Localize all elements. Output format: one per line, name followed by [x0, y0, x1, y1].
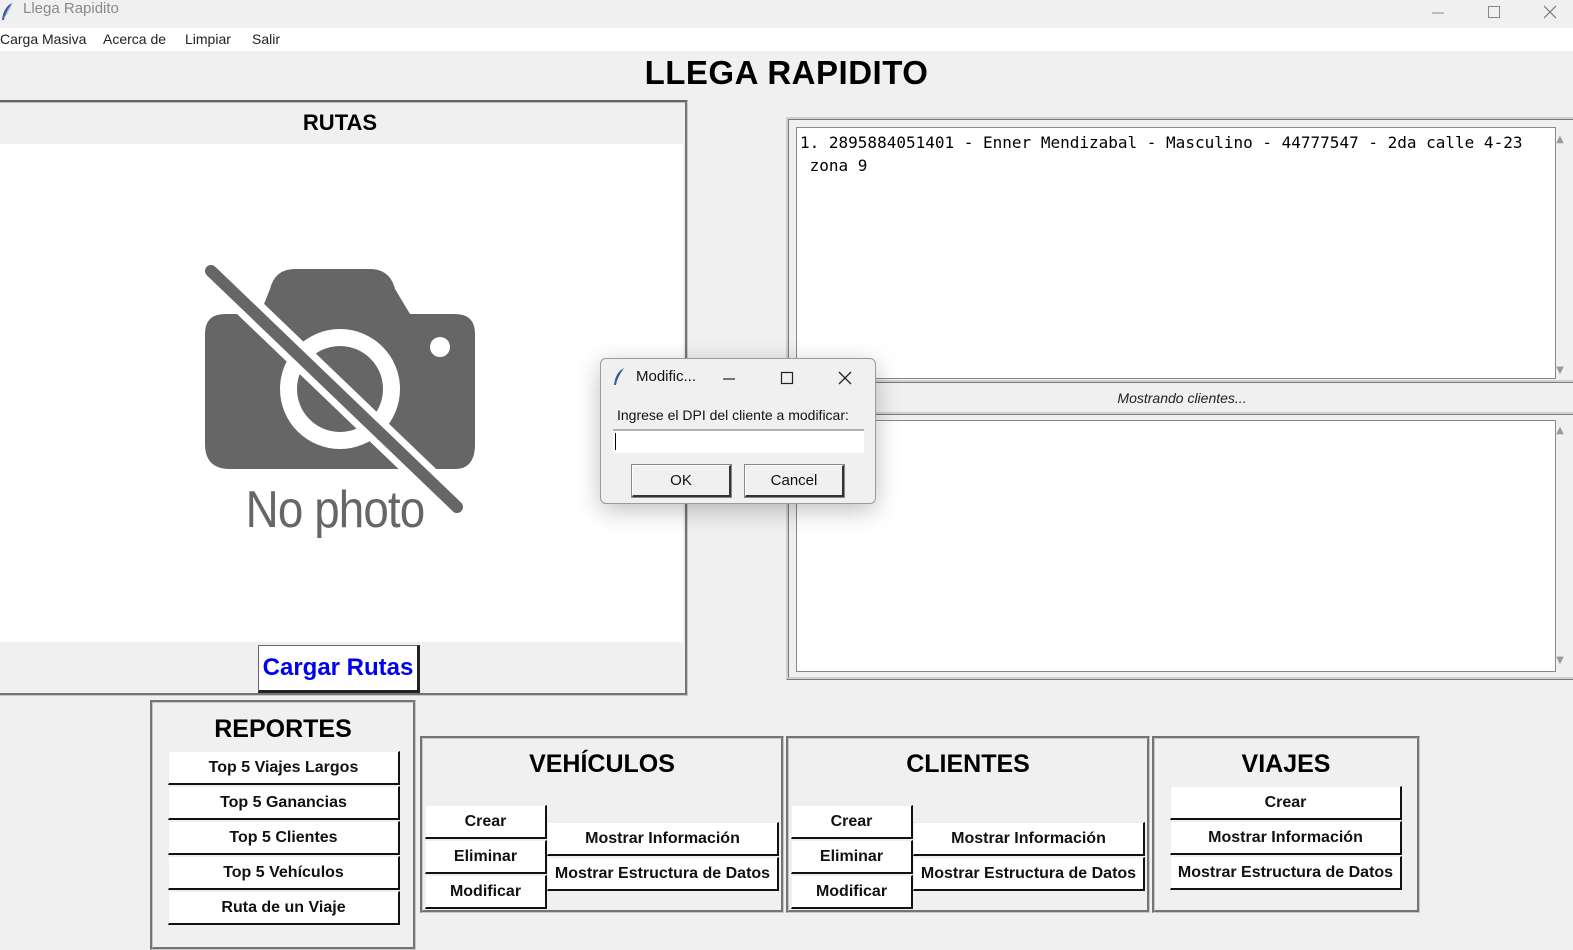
clientes-eliminar-button[interactable]: Eliminar [791, 840, 913, 874]
menu-carga-masiva[interactable]: Carga Masiva [0, 31, 86, 47]
top5-viajes-largos-button[interactable]: Top 5 Viajes Largos [168, 751, 400, 785]
ok-button[interactable]: OK [631, 464, 732, 498]
clients-display-text: 1. 2895884051401 - Enner Mendizabal - Ma… [800, 133, 1523, 175]
scroll-up-icon[interactable]: ▲ [1554, 135, 1566, 145]
close-icon [1543, 5, 1557, 19]
vehiculos-title: VEHÍCULOS [529, 750, 675, 778]
viajes-title: VIAJES [1241, 750, 1331, 778]
scroll-down-icon[interactable]: ▼ [1554, 656, 1566, 666]
minimize-icon [1432, 12, 1444, 14]
maximize-icon [1488, 6, 1500, 18]
menu-acerca-de[interactable]: Acerca de [103, 31, 166, 47]
dialog-close-button[interactable] [834, 368, 856, 388]
dialog-maximize-button[interactable] [776, 368, 798, 388]
clientes-title: CLIENTES [906, 750, 1030, 778]
feather-icon [614, 368, 624, 385]
menubar: Carga Masiva Acerca de Limpiar Salir [0, 28, 1573, 51]
vehiculos-crear-button[interactable]: Crear [425, 805, 547, 839]
scroll-down-icon[interactable]: ▼ [1554, 366, 1566, 376]
status-label: Mostrando clientes... [1117, 390, 1247, 406]
viajes-mostrar-informacion-button[interactable]: Mostrar Información [1170, 821, 1402, 855]
window-title: Llega Rapidito [23, 0, 119, 17]
rutas-title: RUTAS [302, 110, 378, 135]
dpi-input[interactable] [613, 429, 864, 453]
rutas-image [0, 144, 683, 642]
ruta-de-un-viaje-button[interactable]: Ruta de un Viaje [168, 891, 400, 925]
clientes-mostrar-estructura-button[interactable]: Mostrar Estructura de Datos [913, 857, 1145, 891]
menu-salir[interactable]: Salir [252, 31, 280, 47]
cancel-button[interactable]: Cancel [744, 464, 845, 498]
vehiculos-eliminar-button[interactable]: Eliminar [425, 840, 547, 874]
dialog-minimize-button[interactable] [718, 368, 740, 388]
close-icon [838, 371, 852, 385]
vehiculos-modificar-button[interactable]: Modificar [425, 875, 547, 909]
structure-display[interactable] [796, 420, 1556, 672]
page-title: LLEGA RAPIDITO [644, 54, 929, 91]
maximize-icon [780, 371, 794, 385]
clientes-modificar-button[interactable]: Modificar [791, 875, 913, 909]
top5-ganancias-button[interactable]: Top 5 Ganancias [168, 786, 400, 820]
viajes-crear-button[interactable]: Crear [1170, 786, 1402, 820]
maximize-button[interactable] [1466, 0, 1522, 24]
dialog-title: Modific... [636, 368, 697, 385]
minimize-button[interactable] [1410, 0, 1466, 24]
close-button[interactable] [1522, 0, 1573, 24]
feather-icon [2, 2, 13, 20]
minimize-icon [723, 378, 735, 380]
text-caret [615, 433, 616, 450]
clientes-crear-button[interactable]: Crear [791, 805, 913, 839]
reportes-title: REPORTES [214, 715, 352, 743]
scroll-up-icon[interactable]: ▲ [1554, 426, 1566, 436]
no-photo-label: No photo [245, 481, 426, 539]
clientes-mostrar-informacion-button[interactable]: Mostrar Información [913, 822, 1145, 856]
top5-clientes-button[interactable]: Top 5 Clientes [168, 821, 400, 855]
menu-limpiar[interactable]: Limpiar [185, 31, 231, 47]
dialog-prompt: Ingrese el DPI del cliente a modificar: [617, 407, 849, 423]
cargar-rutas-button[interactable]: Cargar Rutas [258, 645, 420, 693]
window-titlebar [0, 0, 1573, 28]
viajes-mostrar-estructura-button[interactable]: Mostrar Estructura de Datos [1170, 856, 1402, 890]
top5-vehiculos-button[interactable]: Top 5 Vehículos [168, 856, 400, 890]
vehiculos-mostrar-estructura-button[interactable]: Mostrar Estructura de Datos [547, 857, 779, 891]
vehiculos-mostrar-informacion-button[interactable]: Mostrar Información [547, 822, 779, 856]
